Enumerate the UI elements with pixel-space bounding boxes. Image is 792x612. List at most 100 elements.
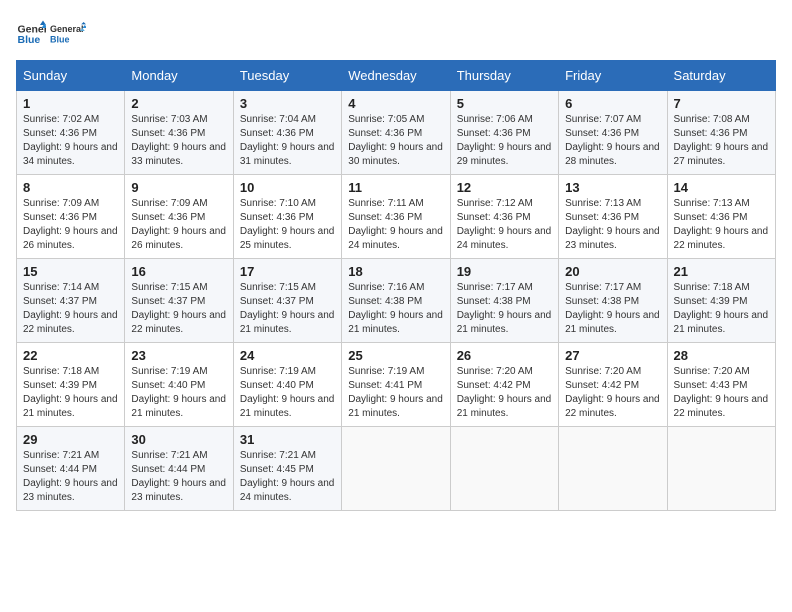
day-number: 11 xyxy=(348,180,443,195)
day-info: Sunrise: 7:19 AM Sunset: 4:40 PM Dayligh… xyxy=(240,365,335,421)
day-info: Sunrise: 7:16 AM Sunset: 4:38 PM Dayligh… xyxy=(348,281,443,337)
calendar-cell: 14 Sunrise: 7:13 AM Sunset: 4:36 PM Dayl… xyxy=(667,175,775,259)
day-number: 1 xyxy=(23,96,118,111)
day-info: Sunrise: 7:18 AM Sunset: 4:39 PM Dayligh… xyxy=(23,365,118,421)
day-info: Sunrise: 7:21 AM Sunset: 4:45 PM Dayligh… xyxy=(240,449,335,505)
day-number: 5 xyxy=(457,96,552,111)
calendar-week-4: 22 Sunrise: 7:18 AM Sunset: 4:39 PM Dayl… xyxy=(17,343,776,427)
day-info: Sunrise: 7:02 AM Sunset: 4:36 PM Dayligh… xyxy=(23,113,118,169)
calendar-cell: 22 Sunrise: 7:18 AM Sunset: 4:39 PM Dayl… xyxy=(17,343,125,427)
day-info: Sunrise: 7:17 AM Sunset: 4:38 PM Dayligh… xyxy=(457,281,552,337)
day-info: Sunrise: 7:20 AM Sunset: 4:42 PM Dayligh… xyxy=(457,365,552,421)
calendar-cell: 9 Sunrise: 7:09 AM Sunset: 4:36 PM Dayli… xyxy=(125,175,233,259)
day-info: Sunrise: 7:09 AM Sunset: 4:36 PM Dayligh… xyxy=(23,197,118,253)
day-number: 22 xyxy=(23,348,118,363)
day-info: Sunrise: 7:15 AM Sunset: 4:37 PM Dayligh… xyxy=(131,281,226,337)
calendar-week-3: 15 Sunrise: 7:14 AM Sunset: 4:37 PM Dayl… xyxy=(17,259,776,343)
day-info: Sunrise: 7:11 AM Sunset: 4:36 PM Dayligh… xyxy=(348,197,443,253)
header-row: SundayMondayTuesdayWednesdayThursdayFrid… xyxy=(17,61,776,91)
day-number: 23 xyxy=(131,348,226,363)
general-blue-logo-graphic: General Blue xyxy=(50,16,86,52)
day-info: Sunrise: 7:13 AM Sunset: 4:36 PM Dayligh… xyxy=(674,197,769,253)
day-number: 7 xyxy=(674,96,769,111)
day-number: 19 xyxy=(457,264,552,279)
calendar-cell xyxy=(559,427,667,511)
calendar-body: 1 Sunrise: 7:02 AM Sunset: 4:36 PM Dayli… xyxy=(17,91,776,511)
calendar-cell xyxy=(450,427,558,511)
day-info: Sunrise: 7:19 AM Sunset: 4:40 PM Dayligh… xyxy=(131,365,226,421)
calendar-cell: 8 Sunrise: 7:09 AM Sunset: 4:36 PM Dayli… xyxy=(17,175,125,259)
day-number: 27 xyxy=(565,348,660,363)
day-number: 18 xyxy=(348,264,443,279)
day-info: Sunrise: 7:10 AM Sunset: 4:36 PM Dayligh… xyxy=(240,197,335,253)
day-number: 12 xyxy=(457,180,552,195)
day-number: 26 xyxy=(457,348,552,363)
day-info: Sunrise: 7:18 AM Sunset: 4:39 PM Dayligh… xyxy=(674,281,769,337)
calendar-cell: 5 Sunrise: 7:06 AM Sunset: 4:36 PM Dayli… xyxy=(450,91,558,175)
calendar-cell: 29 Sunrise: 7:21 AM Sunset: 4:44 PM Dayl… xyxy=(17,427,125,511)
day-info: Sunrise: 7:09 AM Sunset: 4:36 PM Dayligh… xyxy=(131,197,226,253)
day-info: Sunrise: 7:06 AM Sunset: 4:36 PM Dayligh… xyxy=(457,113,552,169)
calendar-cell xyxy=(342,427,450,511)
day-number: 25 xyxy=(348,348,443,363)
day-number: 30 xyxy=(131,432,226,447)
calendar-table: SundayMondayTuesdayWednesdayThursdayFrid… xyxy=(16,60,776,511)
calendar-cell: 3 Sunrise: 7:04 AM Sunset: 4:36 PM Dayli… xyxy=(233,91,341,175)
day-number: 17 xyxy=(240,264,335,279)
logo-icon: General Blue xyxy=(16,19,46,49)
svg-text:Blue: Blue xyxy=(50,34,70,44)
day-info: Sunrise: 7:05 AM Sunset: 4:36 PM Dayligh… xyxy=(348,113,443,169)
day-info: Sunrise: 7:17 AM Sunset: 4:38 PM Dayligh… xyxy=(565,281,660,337)
calendar-cell: 13 Sunrise: 7:13 AM Sunset: 4:36 PM Dayl… xyxy=(559,175,667,259)
header-monday: Monday xyxy=(125,61,233,91)
day-number: 21 xyxy=(674,264,769,279)
header-friday: Friday xyxy=(559,61,667,91)
calendar-cell: 23 Sunrise: 7:19 AM Sunset: 4:40 PM Dayl… xyxy=(125,343,233,427)
calendar-cell: 31 Sunrise: 7:21 AM Sunset: 4:45 PM Dayl… xyxy=(233,427,341,511)
calendar-week-1: 1 Sunrise: 7:02 AM Sunset: 4:36 PM Dayli… xyxy=(17,91,776,175)
calendar-cell: 19 Sunrise: 7:17 AM Sunset: 4:38 PM Dayl… xyxy=(450,259,558,343)
calendar-cell xyxy=(667,427,775,511)
header-sunday: Sunday xyxy=(17,61,125,91)
calendar-week-5: 29 Sunrise: 7:21 AM Sunset: 4:44 PM Dayl… xyxy=(17,427,776,511)
calendar-cell: 15 Sunrise: 7:14 AM Sunset: 4:37 PM Dayl… xyxy=(17,259,125,343)
day-number: 2 xyxy=(131,96,226,111)
calendar-cell: 10 Sunrise: 7:10 AM Sunset: 4:36 PM Dayl… xyxy=(233,175,341,259)
calendar-cell: 16 Sunrise: 7:15 AM Sunset: 4:37 PM Dayl… xyxy=(125,259,233,343)
day-info: Sunrise: 7:21 AM Sunset: 4:44 PM Dayligh… xyxy=(23,449,118,505)
day-number: 10 xyxy=(240,180,335,195)
day-info: Sunrise: 7:08 AM Sunset: 4:36 PM Dayligh… xyxy=(674,113,769,169)
page-header: General Blue General Blue xyxy=(16,16,776,52)
calendar-cell: 1 Sunrise: 7:02 AM Sunset: 4:36 PM Dayli… xyxy=(17,91,125,175)
logo: General Blue General Blue xyxy=(16,16,86,52)
day-info: Sunrise: 7:20 AM Sunset: 4:42 PM Dayligh… xyxy=(565,365,660,421)
header-saturday: Saturday xyxy=(667,61,775,91)
day-number: 13 xyxy=(565,180,660,195)
day-number: 6 xyxy=(565,96,660,111)
day-number: 9 xyxy=(131,180,226,195)
day-info: Sunrise: 7:13 AM Sunset: 4:36 PM Dayligh… xyxy=(565,197,660,253)
calendar-cell: 17 Sunrise: 7:15 AM Sunset: 4:37 PM Dayl… xyxy=(233,259,341,343)
calendar-cell: 27 Sunrise: 7:20 AM Sunset: 4:42 PM Dayl… xyxy=(559,343,667,427)
day-number: 31 xyxy=(240,432,335,447)
header-wednesday: Wednesday xyxy=(342,61,450,91)
calendar-cell: 11 Sunrise: 7:11 AM Sunset: 4:36 PM Dayl… xyxy=(342,175,450,259)
calendar-cell: 2 Sunrise: 7:03 AM Sunset: 4:36 PM Dayli… xyxy=(125,91,233,175)
header-thursday: Thursday xyxy=(450,61,558,91)
day-number: 16 xyxy=(131,264,226,279)
day-number: 24 xyxy=(240,348,335,363)
calendar-cell: 4 Sunrise: 7:05 AM Sunset: 4:36 PM Dayli… xyxy=(342,91,450,175)
calendar-cell: 24 Sunrise: 7:19 AM Sunset: 4:40 PM Dayl… xyxy=(233,343,341,427)
day-info: Sunrise: 7:19 AM Sunset: 4:41 PM Dayligh… xyxy=(348,365,443,421)
day-number: 3 xyxy=(240,96,335,111)
day-info: Sunrise: 7:15 AM Sunset: 4:37 PM Dayligh… xyxy=(240,281,335,337)
calendar-cell: 30 Sunrise: 7:21 AM Sunset: 4:44 PM Dayl… xyxy=(125,427,233,511)
day-info: Sunrise: 7:12 AM Sunset: 4:36 PM Dayligh… xyxy=(457,197,552,253)
day-number: 15 xyxy=(23,264,118,279)
day-number: 4 xyxy=(348,96,443,111)
calendar-cell: 18 Sunrise: 7:16 AM Sunset: 4:38 PM Dayl… xyxy=(342,259,450,343)
day-info: Sunrise: 7:03 AM Sunset: 4:36 PM Dayligh… xyxy=(131,113,226,169)
header-tuesday: Tuesday xyxy=(233,61,341,91)
day-number: 29 xyxy=(23,432,118,447)
day-number: 28 xyxy=(674,348,769,363)
